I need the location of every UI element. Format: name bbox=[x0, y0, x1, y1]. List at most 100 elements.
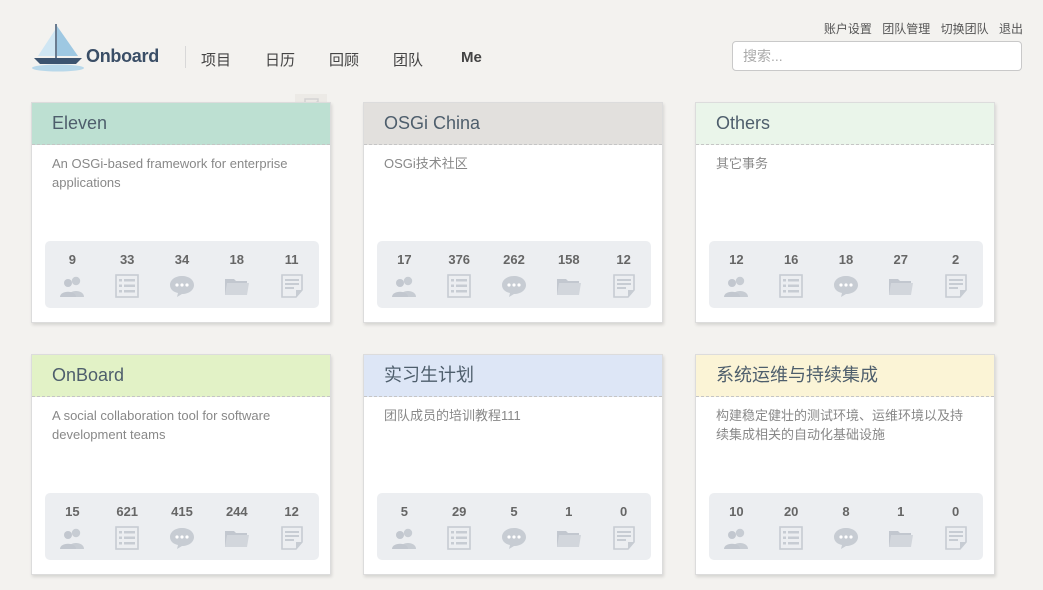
discussion-icon bbox=[833, 274, 859, 298]
stats-bar: 5 29 5 1 0 bbox=[377, 493, 651, 560]
project-card[interactable]: OSGi China OSGi技术社区 17 376 262 158 12 bbox=[363, 102, 663, 323]
project-stat[interactable]: 0 bbox=[928, 493, 983, 560]
document-icon bbox=[279, 526, 305, 550]
project-stat[interactable]: 34 bbox=[155, 241, 210, 308]
stat-count: 11 bbox=[284, 252, 299, 267]
project-stat[interactable]: 2 bbox=[928, 241, 983, 308]
account-settings-link[interactable]: 账户设置 bbox=[824, 22, 872, 36]
project-stat[interactable]: 5 bbox=[377, 493, 432, 560]
project-title[interactable]: Others bbox=[716, 113, 770, 133]
nav-me[interactable]: Me bbox=[461, 49, 482, 66]
project-title[interactable]: OnBoard bbox=[52, 365, 124, 385]
members-icon bbox=[391, 274, 417, 298]
project-stat[interactable]: 11 bbox=[264, 241, 319, 308]
todo-list-icon bbox=[446, 526, 472, 550]
project-card[interactable]: 系统运维与持续集成 构建稳定健壮的测试环境、运维环境以及持续集成相关的自动化基础… bbox=[695, 354, 995, 575]
folder-icon bbox=[888, 526, 914, 550]
project-card[interactable]: 实习生计划 团队成员的培训教程111 5 29 5 1 0 bbox=[363, 354, 663, 575]
project-description: 团队成员的培训教程111 bbox=[384, 408, 521, 423]
todo-list-icon bbox=[114, 274, 140, 298]
project-stat[interactable]: 1 bbox=[873, 493, 928, 560]
document-icon bbox=[611, 274, 637, 298]
project-title[interactable]: Eleven bbox=[52, 113, 107, 133]
stat-count: 12 bbox=[616, 252, 631, 267]
stat-count: 0 bbox=[619, 504, 628, 519]
project-stat[interactable]: 5 bbox=[487, 493, 542, 560]
project-description: 其它事务 bbox=[716, 156, 769, 171]
nav-projects[interactable]: 项目 bbox=[201, 49, 231, 70]
project-stat[interactable]: 376 bbox=[432, 241, 487, 308]
stat-count: 10 bbox=[729, 504, 744, 519]
nav-divider bbox=[185, 46, 186, 68]
project-stat[interactable]: 15 bbox=[45, 493, 100, 560]
logout-link[interactable]: 退出 bbox=[999, 22, 1023, 36]
project-stat[interactable]: 18 bbox=[209, 241, 264, 308]
nav-review[interactable]: 回顾 bbox=[329, 49, 359, 70]
project-card[interactable]: Others 其它事务 12 16 18 27 2 bbox=[695, 102, 995, 323]
stat-count: 18 bbox=[229, 252, 245, 267]
onboard-logo[interactable]: Onboard bbox=[32, 22, 172, 74]
folder-icon bbox=[556, 526, 582, 550]
members-icon bbox=[59, 526, 85, 550]
stat-count: 12 bbox=[729, 252, 744, 267]
stat-count: 18 bbox=[838, 252, 854, 267]
document-icon bbox=[943, 526, 969, 550]
switch-team-link[interactable]: 切换团队 bbox=[941, 22, 989, 36]
stat-count: 5 bbox=[400, 504, 409, 519]
stats-bar: 9 33 34 18 11 bbox=[45, 241, 319, 308]
card-header: OnBoard bbox=[32, 355, 330, 397]
folder-icon bbox=[556, 274, 582, 298]
search-input[interactable] bbox=[732, 41, 1022, 71]
project-stat[interactable]: 1 bbox=[541, 493, 596, 560]
todo-list-icon bbox=[778, 274, 804, 298]
stats-bar: 12 16 18 27 2 bbox=[709, 241, 983, 308]
project-stat[interactable]: 415 bbox=[155, 493, 210, 560]
todo-list-icon bbox=[778, 526, 804, 550]
discussion-icon bbox=[169, 526, 195, 550]
project-stat[interactable]: 621 bbox=[100, 493, 155, 560]
project-stat[interactable]: 244 bbox=[209, 493, 264, 560]
card-header: Eleven bbox=[32, 103, 330, 145]
stat-count: 415 bbox=[171, 504, 193, 519]
project-stat[interactable]: 12 bbox=[264, 493, 319, 560]
project-stat[interactable]: 12 bbox=[596, 241, 651, 308]
project-stat[interactable]: 10 bbox=[709, 493, 764, 560]
stat-count: 5 bbox=[510, 504, 518, 519]
stat-count: 621 bbox=[116, 504, 139, 519]
team-management-link[interactable]: 团队管理 bbox=[882, 22, 930, 36]
project-stat[interactable]: 29 bbox=[432, 493, 487, 560]
stat-count: 1 bbox=[565, 504, 573, 519]
discussion-icon bbox=[833, 526, 859, 550]
todo-list-icon bbox=[114, 526, 140, 550]
project-title[interactable]: 系统运维与持续集成 bbox=[716, 365, 878, 385]
stat-count: 16 bbox=[783, 252, 799, 267]
card-header: OSGi China bbox=[364, 103, 662, 145]
folder-icon bbox=[888, 274, 914, 298]
project-stat[interactable]: 0 bbox=[596, 493, 651, 560]
stat-count: 244 bbox=[225, 504, 248, 519]
project-stat[interactable]: 262 bbox=[487, 241, 542, 308]
project-stat[interactable]: 9 bbox=[45, 241, 100, 308]
discussion-icon bbox=[169, 274, 195, 298]
nav-calendar[interactable]: 日历 bbox=[265, 49, 295, 70]
card-header: 实习生计划 bbox=[364, 355, 662, 397]
project-stat[interactable]: 20 bbox=[764, 493, 819, 560]
nav-team[interactable]: 团队 bbox=[393, 49, 423, 70]
project-card[interactable]: OnBoard A social collaboration tool for … bbox=[31, 354, 331, 575]
project-stat[interactable]: 158 bbox=[541, 241, 596, 308]
project-stat[interactable]: 12 bbox=[709, 241, 764, 308]
stat-count: 34 bbox=[174, 252, 190, 267]
project-stat[interactable]: 33 bbox=[100, 241, 155, 308]
project-title[interactable]: OSGi China bbox=[384, 113, 480, 133]
card-header: Others bbox=[696, 103, 994, 145]
stats-bar: 10 20 8 1 0 bbox=[709, 493, 983, 560]
project-description: 构建稳定健壮的测试环境、运维环境以及持续集成相关的自动化基础设施 bbox=[716, 408, 964, 442]
project-stat[interactable]: 8 bbox=[819, 493, 874, 560]
project-stat[interactable]: 17 bbox=[377, 241, 432, 308]
project-stat[interactable]: 27 bbox=[873, 241, 928, 308]
project-card[interactable]: Eleven An OSGi-based framework for enter… bbox=[31, 102, 331, 323]
project-title[interactable]: 实习生计划 bbox=[384, 365, 474, 385]
project-stat[interactable]: 18 bbox=[819, 241, 874, 308]
project-description: An OSGi-based framework for enterprise a… bbox=[52, 156, 288, 190]
project-stat[interactable]: 16 bbox=[764, 241, 819, 308]
